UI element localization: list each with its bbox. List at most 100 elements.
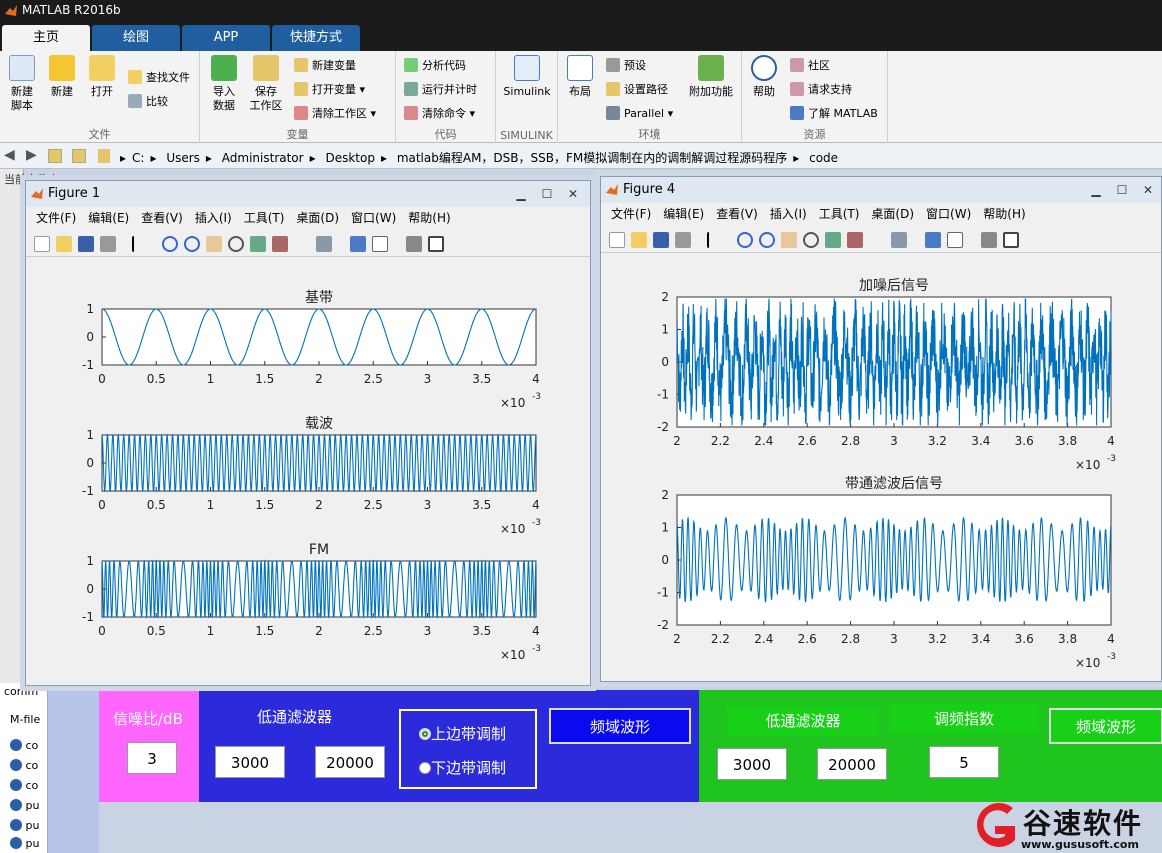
figure-4-titlebar[interactable]: Figure 4 ▁ ☐ ✕	[601, 177, 1161, 203]
new-variable-button[interactable]: 新建变量	[294, 57, 356, 75]
print-icon[interactable]	[675, 232, 691, 248]
compare-button[interactable]: 比较	[128, 93, 168, 111]
dock-icon[interactable]	[428, 236, 444, 252]
tab-shortcuts[interactable]: 快捷方式	[272, 25, 360, 51]
save-icon[interactable]	[78, 236, 94, 252]
menu-item[interactable]: 工具(T)	[244, 211, 285, 225]
hide-tools-icon[interactable]	[981, 232, 997, 248]
rotate-icon[interactable]	[228, 236, 244, 252]
pan-icon[interactable]	[206, 236, 222, 252]
crumb[interactable]: C:	[132, 151, 144, 165]
crumb[interactable]: matlab编程AM，DSB，SSB，FM模拟调制在内的调制解调过程源码程序	[397, 151, 787, 165]
menu-item[interactable]: 插入(I)	[770, 207, 807, 221]
link-icon[interactable]	[891, 232, 907, 248]
data-cursor-icon[interactable]	[250, 236, 266, 252]
tab-apps[interactable]: APP	[182, 25, 270, 51]
snr-input[interactable]: 3	[127, 742, 177, 774]
figure-1-titlebar[interactable]: Figure 1 ▁ ☐ ✕	[26, 181, 590, 207]
crumb[interactable]: Desktop	[325, 151, 375, 165]
simulink-button[interactable]: Simulink	[502, 55, 552, 99]
list-item[interactable]: pu	[10, 799, 39, 812]
colorbar-icon[interactable]	[925, 232, 941, 248]
legend-icon[interactable]	[372, 236, 388, 252]
menu-item[interactable]: 编辑(E)	[663, 207, 704, 221]
new-script-button[interactable]: 新建 脚本	[6, 55, 38, 113]
rotate-icon[interactable]	[803, 232, 819, 248]
back-icon[interactable]: ◀	[4, 147, 15, 163]
menu-item[interactable]: 工具(T)	[819, 207, 860, 221]
maximize-icon[interactable]: ☐	[1109, 181, 1135, 199]
zoom-in-icon[interactable]	[737, 232, 753, 248]
menu-item[interactable]: 文件(F)	[611, 207, 651, 221]
fm-index-input[interactable]: 5	[929, 746, 999, 778]
lpf-input-2[interactable]: 20000	[315, 746, 385, 778]
freq-domain-button[interactable]: 频域波形	[549, 708, 691, 744]
find-files-button[interactable]: 查找文件	[128, 69, 190, 87]
hide-tools-icon[interactable]	[406, 236, 422, 252]
menu-item[interactable]: 桌面(D)	[871, 207, 914, 221]
menu-item[interactable]: 窗口(W)	[926, 207, 971, 221]
close-icon[interactable]: ✕	[560, 185, 586, 203]
crumb[interactable]: code	[809, 151, 838, 165]
learn-matlab-button[interactable]: 了解 MATLAB	[790, 105, 878, 123]
parallel-button[interactable]: Parallel ▾	[606, 105, 673, 123]
clear-commands-button[interactable]: 清除命令 ▾	[404, 105, 475, 123]
open-icon[interactable]	[631, 232, 647, 248]
usb-radio[interactable]: 上边带调制	[419, 723, 506, 744]
menu-item[interactable]: 桌面(D)	[296, 211, 339, 225]
analyze-code-button[interactable]: 分析代码	[404, 57, 466, 75]
minimize-icon[interactable]: ▁	[1083, 181, 1109, 199]
open-icon[interactable]	[56, 236, 72, 252]
run-and-time-button[interactable]: 运行并计时	[404, 81, 477, 99]
browse-folder-icon[interactable]	[72, 149, 86, 163]
pointer-icon[interactable]	[132, 236, 140, 252]
zoom-in-icon[interactable]	[162, 236, 178, 252]
zoom-out-icon[interactable]	[184, 236, 200, 252]
pan-icon[interactable]	[781, 232, 797, 248]
link-icon[interactable]	[316, 236, 332, 252]
colorbar-icon[interactable]	[350, 236, 366, 252]
addons-button[interactable]: 附加功能	[686, 55, 736, 99]
list-item[interactable]: co	[10, 739, 38, 752]
lsb-radio[interactable]: 下边带调制	[419, 757, 506, 778]
menu-item[interactable]: 帮助(H)	[983, 207, 1025, 221]
crumb[interactable]: Users	[166, 151, 200, 165]
lpf2-input-1[interactable]: 3000	[717, 748, 787, 780]
menu-item[interactable]: 插入(I)	[195, 211, 232, 225]
tab-home[interactable]: 主页	[2, 25, 90, 51]
menu-item[interactable]: 查看(V)	[716, 207, 758, 221]
menu-item[interactable]: 编辑(E)	[88, 211, 129, 225]
new-figure-icon[interactable]	[609, 232, 625, 248]
list-item[interactable]: co	[10, 779, 38, 792]
import-data-button[interactable]: 导入 数据	[208, 55, 240, 113]
menu-item[interactable]: 窗口(W)	[351, 211, 396, 225]
set-path-button[interactable]: 设置路径	[606, 81, 668, 99]
brush-icon[interactable]	[272, 236, 288, 252]
crumb[interactable]: Administrator	[222, 151, 304, 165]
dock-icon[interactable]	[1003, 232, 1019, 248]
menu-item[interactable]: 文件(F)	[36, 211, 76, 225]
new-button[interactable]: 新建	[46, 55, 78, 99]
clear-workspace-button[interactable]: 清除工作区 ▾	[294, 105, 376, 123]
lpf2-input-2[interactable]: 20000	[817, 748, 887, 780]
lpf-input-1[interactable]: 3000	[215, 746, 285, 778]
zoom-out-icon[interactable]	[759, 232, 775, 248]
list-item[interactable]: pu	[10, 837, 39, 850]
pointer-icon[interactable]	[707, 232, 715, 248]
community-button[interactable]: 社区	[790, 57, 830, 75]
new-figure-icon[interactable]	[34, 236, 50, 252]
list-item[interactable]: co	[10, 759, 38, 772]
list-item[interactable]: pu	[10, 819, 39, 832]
save-icon[interactable]	[653, 232, 669, 248]
menu-item[interactable]: 查看(V)	[141, 211, 183, 225]
request-support-button[interactable]: 请求支持	[790, 81, 852, 99]
legend-icon[interactable]	[947, 232, 963, 248]
maximize-icon[interactable]: ☐	[534, 185, 560, 203]
data-cursor-icon[interactable]	[825, 232, 841, 248]
save-workspace-button[interactable]: 保存 工作区	[246, 55, 286, 113]
print-icon[interactable]	[100, 236, 116, 252]
freq-domain-button-2[interactable]: 频域波形	[1049, 708, 1162, 744]
tab-plots[interactable]: 绘图	[92, 25, 180, 51]
close-icon[interactable]: ✕	[1135, 181, 1161, 199]
menu-item[interactable]: 帮助(H)	[408, 211, 450, 225]
